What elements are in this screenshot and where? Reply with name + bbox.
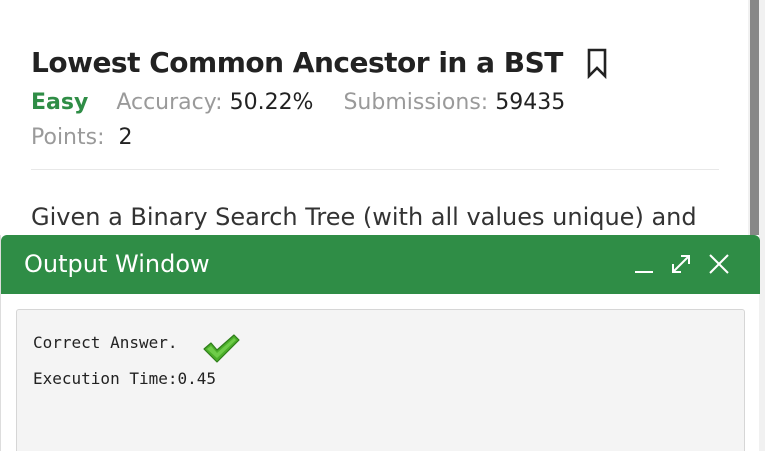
close-icon[interactable] — [707, 252, 731, 276]
output-header: Output Window — [1, 235, 760, 294]
submissions-number: 59435 — [495, 90, 566, 115]
divider — [31, 169, 719, 170]
problem-title: Lowest Common Ancestor in a BST — [31, 46, 563, 79]
points-label: Points: — [31, 125, 105, 150]
checkmark-icon — [201, 332, 241, 364]
problem-meta: Easy Accuracy: 50.22% Submissions: 59435 — [31, 90, 595, 115]
points-number: 2 — [118, 125, 133, 150]
problem-description: Given a Binary Search Tree (with all val… — [31, 203, 697, 231]
output-console: Correct Answer. Execution Time:0.45 — [16, 309, 745, 451]
accuracy-label: Accuracy: — [116, 90, 223, 115]
submissions-value: 59435 — [488, 90, 565, 115]
output-window-title: Output Window — [24, 250, 210, 278]
title-row: Lowest Common Ancestor in a BST — [31, 46, 609, 79]
points-value: 2 — [112, 125, 133, 150]
expand-icon[interactable] — [669, 252, 693, 276]
minimize-icon[interactable] — [632, 252, 656, 276]
result-text: Correct Answer. — [33, 333, 178, 352]
accuracy-value: 50.22% — [223, 90, 314, 115]
scrollbar-thumb[interactable] — [750, 0, 759, 236]
points-row: Points: 2 — [31, 125, 133, 150]
accuracy-number: 50.22% — [229, 90, 314, 115]
bookmark-icon[interactable] — [585, 47, 609, 79]
output-window: Output Window Correct Answer. Execution … — [0, 235, 760, 451]
execution-time: Execution Time:0.45 — [33, 369, 217, 388]
difficulty-badge: Easy — [31, 90, 89, 115]
submissions-label: Submissions: — [343, 90, 489, 115]
